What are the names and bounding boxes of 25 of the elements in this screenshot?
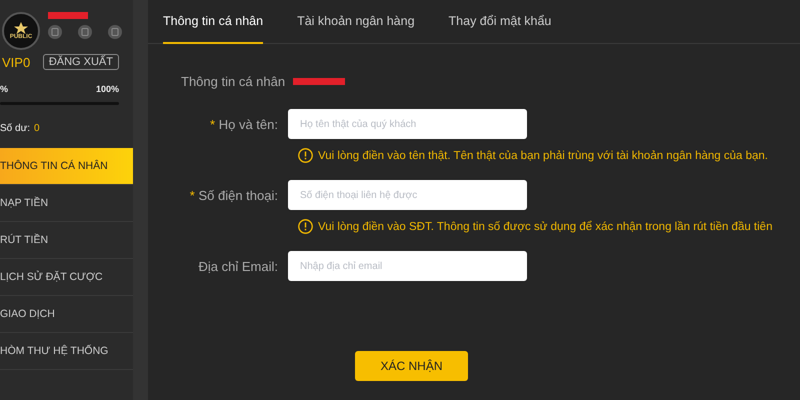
balance-label: Số dư: — [0, 123, 30, 134]
input-field[interactable]: Số điện thoại liên hệ được — [288, 180, 527, 210]
balance-value: 0 — [34, 123, 40, 134]
redaction-mark — [293, 78, 346, 85]
field-label: * Số điện thoại: — [188, 188, 279, 202]
tab[interactable]: Thay đổi mật khẩu — [448, 0, 568, 44]
hint-text: Vui lòng điền vào tên thật. Tên thật của bạn phải trùng với tài khoản ngân hàng của bạn. — [318, 150, 768, 162]
field-label: Địa chỉ Email: — [198, 258, 279, 274]
logout-button[interactable]: ĐĂNG XUẤT — [42, 54, 119, 70]
confirm-button[interactable]: XÁC NHẬN — [355, 351, 468, 381]
field-label: * Họ và tên: — [209, 116, 279, 132]
progress-start: % — [0, 84, 8, 94]
menu-item[interactable]: THÔNG TIN CÁ NHÂN — [0, 148, 133, 185]
tab[interactable]: Tài khoản ngân hàng — [297, 0, 432, 44]
input-field[interactable]: Nhập địa chỉ email — [288, 251, 527, 281]
progress-end: 100% — [96, 84, 119, 94]
warning-icon — [298, 219, 313, 234]
phone-icon[interactable] — [78, 25, 92, 39]
tab[interactable]: Thông tin cá nhân — [163, 0, 264, 44]
input-field[interactable]: Họ tên thật của quý khách — [288, 109, 527, 139]
warning-icon — [298, 148, 313, 163]
hint-text: Vui lòng điền vào SĐT. Thông tin số được sử dụng để xác nhận trong lần rút tiền đầu tiên — [318, 220, 772, 232]
vip-level: VIP0 — [2, 54, 30, 70]
section-title: Thông tin cá nhân — [181, 74, 286, 89]
redaction-mark — [48, 12, 88, 19]
